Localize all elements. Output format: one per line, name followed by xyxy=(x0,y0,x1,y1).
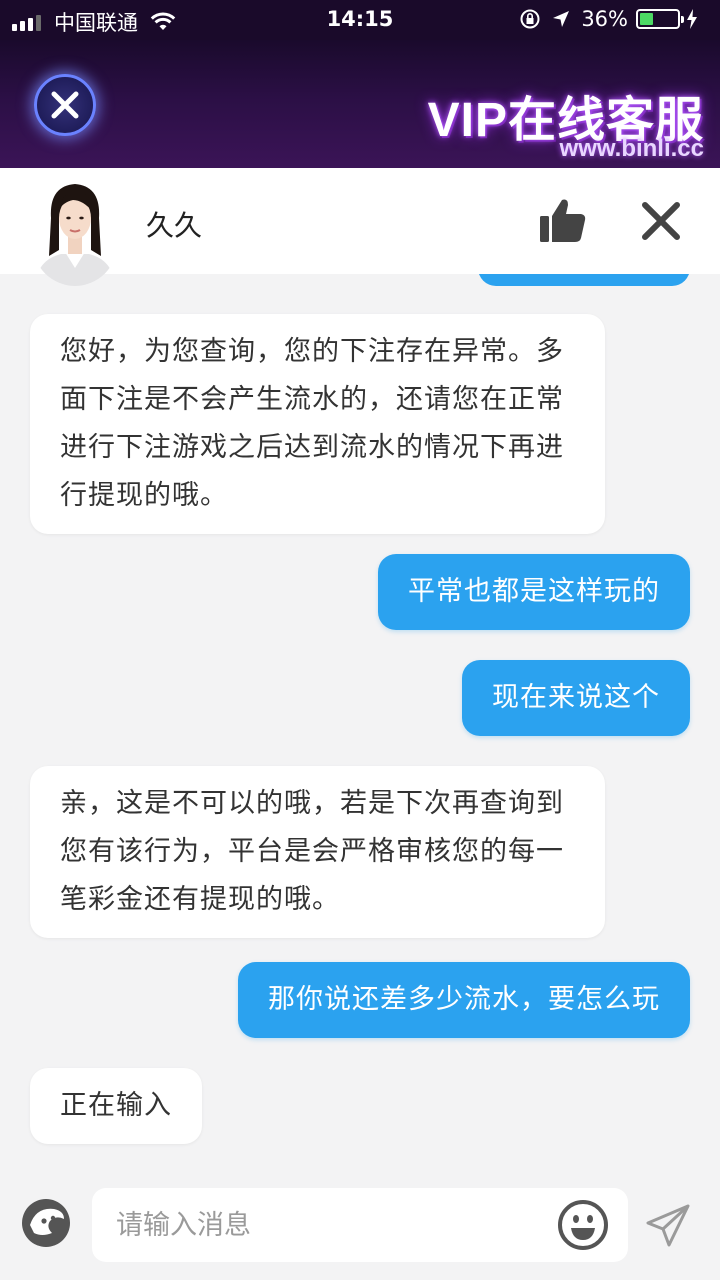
charging-icon xyxy=(687,9,697,29)
battery-icon xyxy=(636,9,684,29)
banner-url: www.binli.cc xyxy=(559,135,704,162)
chat-header: 久久 xyxy=(0,168,720,286)
message-bubble-user: 平常也都是这样玩的 xyxy=(378,554,690,630)
message-list[interactable]: 您好，为您查询，您的下注存在异常。多面下注是不会产生流水的，还请您在正常进行下注… xyxy=(0,274,720,1170)
location-arrow-icon xyxy=(553,11,570,27)
typing-indicator-bubble: 正在输入 xyxy=(30,1068,202,1144)
message-bubble-agent: 亲，这是不可以的哦，若是下次再查询到您有该行为，平台是会严格审核您的每一笔彩金还… xyxy=(30,766,605,938)
close-icon xyxy=(51,91,79,119)
voice-button[interactable] xyxy=(20,1197,72,1249)
agent-avatar xyxy=(33,178,117,286)
agent-name: 久久 xyxy=(146,209,203,242)
vip-banner: VIP在线客服 www.binli.cc xyxy=(0,40,720,168)
message-bubble-user-partial xyxy=(478,274,690,286)
chat-close-button[interactable] xyxy=(638,198,684,244)
thumbs-up-icon xyxy=(540,199,586,242)
like-button[interactable] xyxy=(538,196,588,246)
battery-percent: 36% xyxy=(581,7,628,31)
emoji-button[interactable] xyxy=(557,1199,609,1251)
message-bubble-user: 现在来说这个 xyxy=(462,660,690,736)
send-button[interactable] xyxy=(645,1203,691,1249)
status-right: 36% xyxy=(519,7,708,31)
banner-close-button[interactable] xyxy=(34,74,96,136)
orientation-lock-icon xyxy=(520,9,540,29)
message-bubble-agent: 您好，为您查询，您的下注存在异常。多面下注是不会产生流水的，还请您在正常进行下注… xyxy=(30,314,605,534)
send-icon xyxy=(646,1204,690,1247)
battery-fill xyxy=(640,13,653,25)
emoji-icon xyxy=(558,1200,608,1250)
voice-icon xyxy=(22,1199,70,1247)
status-bar: 中国联通 14:15 36% xyxy=(0,0,720,40)
close-icon xyxy=(642,202,680,240)
message-input[interactable] xyxy=(92,1188,628,1262)
input-bar xyxy=(0,1170,720,1280)
message-bubble-user: 那你说还差多少流水，要怎么玩 xyxy=(238,962,690,1038)
